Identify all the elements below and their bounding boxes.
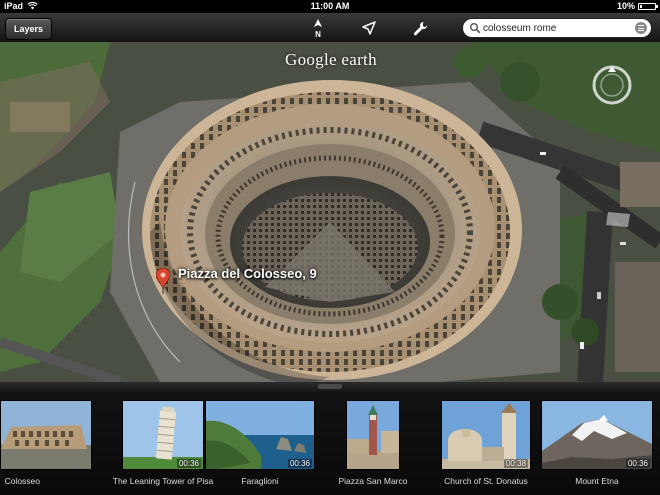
tour-thumbnail: 00:36 — [541, 400, 653, 470]
north-button[interactable]: N — [307, 17, 329, 39]
location-arrow-icon — [362, 21, 376, 35]
search-box — [462, 18, 652, 38]
google-earth-logo: Google earth — [285, 50, 377, 69]
battery-percent: 10% — [616, 1, 635, 11]
tour-item[interactable]: 00:36 Mount Etna — [541, 400, 653, 490]
satellite-imagery — [0, 42, 660, 382]
toolbar: Layers N — [0, 13, 660, 43]
tour-thumbnail: 00:36 — [122, 400, 204, 470]
navigation-control-icon[interactable] — [591, 64, 633, 106]
tour-duration: 00:38 — [503, 459, 528, 468]
tour-title: Faraglioni — [241, 476, 279, 486]
status-bar: iPad 11:00 AM 10% — [0, 0, 660, 13]
my-location-button[interactable] — [358, 17, 380, 39]
tour-thumbnail — [346, 400, 400, 470]
search-icon — [470, 23, 481, 34]
tour-thumbnail: 00:38 — [441, 400, 531, 470]
tour-title: Colosseo — [4, 476, 40, 486]
earth-view[interactable]: Google earth Piazza del Colosseo, 9 — [0, 42, 660, 382]
layers-button[interactable]: Layers — [5, 18, 53, 40]
clock: 11:00 AM — [310, 1, 350, 11]
tour-duration: 00:36 — [287, 459, 312, 468]
north-arrow-icon: N — [314, 19, 322, 38]
tour-item[interactable]: 00:36 Faraglioni — [205, 400, 315, 490]
search-results-list-icon[interactable] — [635, 22, 647, 34]
settings-button[interactable] — [409, 17, 431, 39]
tours-strip: Colosseo 00:36 The Leaning Tower of Pisa — [0, 382, 660, 495]
strip-handle[interactable] — [318, 384, 342, 389]
battery-icon — [638, 2, 658, 10]
tour-duration: 00:36 — [625, 459, 650, 468]
tour-title: Mount Etna — [575, 476, 619, 486]
place-label[interactable]: Piazza del Colosseo, 9 — [178, 266, 317, 281]
tour-duration: 00:36 — [176, 459, 201, 468]
location-pin-icon[interactable] — [156, 268, 170, 294]
tour-thumbnail: 00:36 — [205, 400, 315, 470]
north-label: N — [315, 30, 321, 38]
tour-thumbnail — [0, 400, 92, 470]
tour-title: Piazza San Marco — [338, 476, 408, 486]
wrench-icon — [413, 21, 427, 35]
tour-item[interactable]: Piazza San Marco — [339, 400, 407, 490]
tour-item[interactable]: Colosseo — [0, 400, 92, 490]
search-input[interactable] — [483, 21, 623, 35]
tour-item[interactable]: 00:38 Church of St. Donatus — [441, 400, 531, 490]
